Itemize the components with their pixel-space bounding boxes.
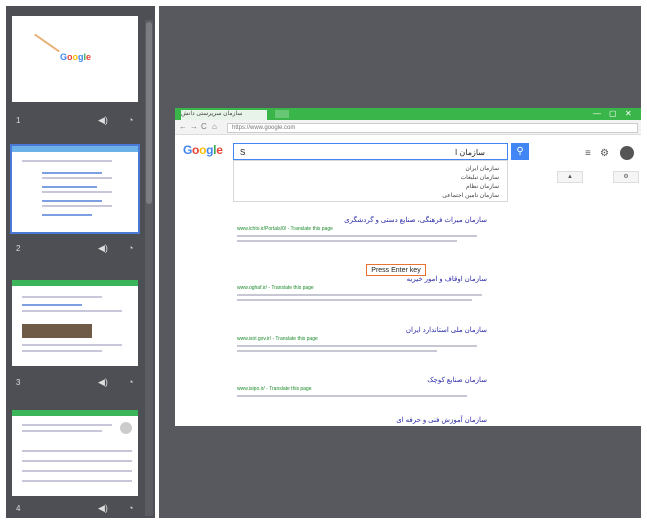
suggestion-item[interactable]: سازمان تبلیغات [460,174,499,181]
slide-number: 3 [16,378,21,387]
tool-settings-button[interactable]: ⚙ [613,171,639,183]
search-result: سازمان آموزش فنی و حرفه ای [237,416,487,424]
search-result: سازمان ملی استاندارد ایران www.isiri.gov… [237,326,487,352]
result-title[interactable]: سازمان آموزش فنی و حرفه ای [237,416,487,424]
avatar[interactable] [620,146,634,160]
timer-icon: ◔ [128,243,134,253]
slide-number: 1 [16,116,21,125]
speaker-icon: ◀) [98,503,108,513]
result-title[interactable]: سازمان ملی استاندارد ایران [237,326,487,334]
slide-meta-3: 3 ◀) ◔ [10,377,140,390]
search-result: سازمان اوقاف و امور خیریه www.oghaf.ir/ … [237,275,487,301]
maximize-icon[interactable]: ▢ [609,109,617,118]
tool-button[interactable]: ▲ [557,171,583,183]
browser-tab[interactable]: سازمان سرپرستی دانش [181,110,267,120]
slide-thumbnail-1[interactable]: Google [10,14,140,104]
result-title[interactable]: سازمان صنایع کوچک [237,376,487,384]
search-input[interactable]: S سازمان ا [233,143,508,160]
result-url[interactable]: www.ichto.ir/Portals/0/ - Translate this… [237,226,487,232]
back-icon[interactable]: ← [179,122,187,131]
slide-sidebar: Google 1 ◀) ◔ 2 ◀) ◔ 3 ◀) ◔ 4 ◀) ◔ [6,6,155,518]
timer-icon: ◔ [128,377,134,387]
minimize-icon[interactable]: — [593,109,601,118]
browser-toolbar: ← → C ⌂ https://www.google.com [175,120,641,135]
application-window: Google 1 ◀) ◔ 2 ◀) ◔ 3 ◀) ◔ 4 ◀) ◔ سازما… [0,0,647,524]
sidebar-scroll-thumb[interactable] [146,22,152,204]
mini-google-logo: Google [60,52,92,62]
speaker-icon: ◀) [98,243,108,253]
slide-thumbnail-2[interactable] [10,144,140,234]
slide-number: 2 [16,244,21,253]
press-enter-callout: Press Enter key [366,264,426,276]
speaker-icon: ◀) [98,115,108,125]
suggestion-item[interactable]: سازمان نظام [466,183,499,190]
browser-screenshot: سازمان سرپرستی دانش — ▢ ✕ ← → C ⌂ https:… [175,108,641,426]
address-bar[interactable]: https://www.google.com [227,123,638,133]
new-tab-button[interactable] [275,110,289,118]
slide-number: 4 [16,504,21,513]
forward-icon[interactable]: → [190,122,198,131]
suggestion-item[interactable]: سازمان ایران [465,165,499,172]
search-letter: S [240,148,246,157]
tab-bar: سازمان سرپرستی دانش — ▢ ✕ [175,108,641,120]
result-url[interactable]: www.isiri.gov.ir/ - Translate this page [237,336,487,342]
timer-icon: ◔ [128,115,134,125]
speaker-icon: ◀) [98,377,108,387]
result-url[interactable]: www.oghaf.ir/ - Translate this page [237,285,487,291]
home-icon[interactable]: ⌂ [212,122,217,131]
settings-icon[interactable]: ⚙ [600,148,609,159]
search-query: سازمان ا [454,148,485,157]
slide-thumbnail-3[interactable] [10,278,140,368]
close-icon[interactable]: ✕ [625,109,632,118]
timer-icon: ◔ [128,503,134,513]
search-result: سازمان صنایع کوچک www.isipo.ir/ - Transl… [237,376,487,397]
reload-icon[interactable]: C [201,122,207,131]
result-title[interactable]: سازمان اوقاف و امور خیریه [237,275,487,283]
suggestion-dropdown: سازمان ایران سازمان تبلیغات سازمان نظام … [233,160,508,202]
slide-meta-1: 1 ◀) ◔ [10,115,140,128]
suggestion-item[interactable]: سازمان تامین اجتماعی [442,192,499,199]
result-title[interactable]: سازمان میراث فرهنگی، صنایع دستی و گردشگر… [237,216,487,224]
slide-thumbnail-4[interactable] [10,408,140,498]
search-result: سازمان میراث فرهنگی، صنایع دستی و گردشگر… [237,216,487,242]
result-url[interactable]: www.isipo.ir/ - Translate this page [237,386,487,392]
search-icon: ⚲ [516,146,524,157]
slide-meta-4: 4 ◀) ◔ [10,503,140,516]
slide-meta-2: 2 ◀) ◔ [10,243,140,256]
apps-icon[interactable]: ≡ [585,148,591,159]
google-logo: Google [183,143,223,157]
search-button[interactable]: ⚲ [511,143,529,160]
